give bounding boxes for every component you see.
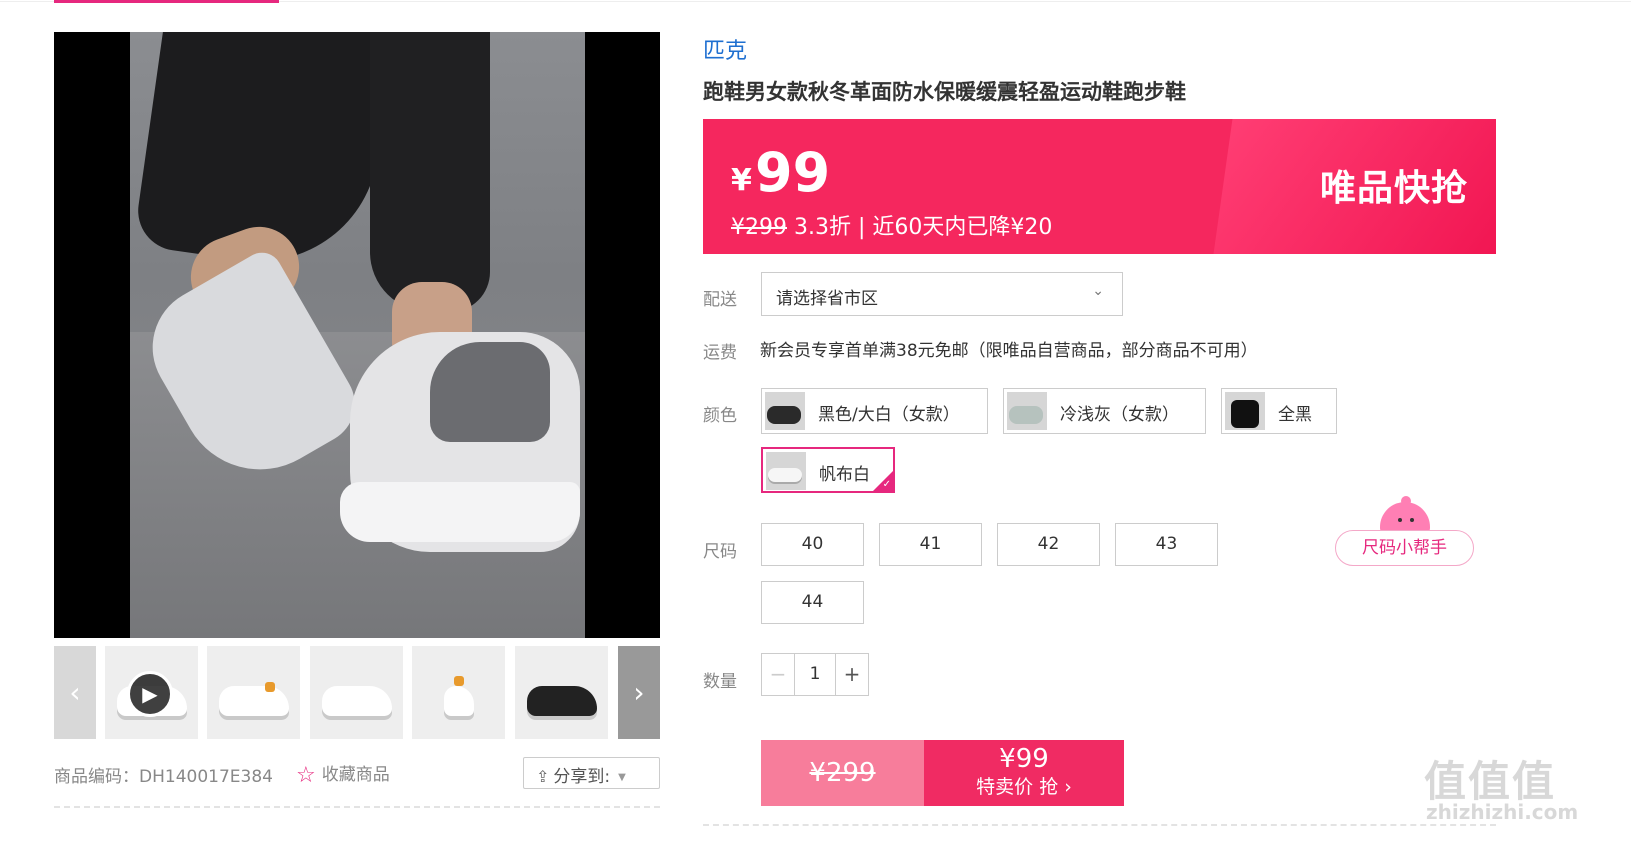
color-thumb	[1007, 392, 1047, 430]
color-option[interactable]: 全黑	[1221, 388, 1337, 434]
buy-sale-panel[interactable]: ¥99 特卖价 抢 ›	[924, 740, 1124, 806]
color-option-label: 黑色/大白（女款）	[818, 405, 960, 425]
size-helper-button[interactable]: 尺码小帮手	[1335, 530, 1474, 566]
goods-code: 商品编码：DH140017E384	[54, 767, 273, 787]
thumbnail-accent	[454, 676, 464, 686]
star-icon: ☆	[296, 763, 316, 788]
chevron-down-icon: ⌄	[1092, 283, 1104, 299]
color-option[interactable]: 冷浅灰（女款）	[1003, 388, 1206, 434]
promo-label: 唯品快抢	[1319, 168, 1468, 209]
quantity-label: 数量	[703, 672, 737, 692]
price-subline: ¥299 3.3折 | 近60天内已降¥20	[731, 209, 1052, 241]
quantity-stepper: − 1 +	[761, 653, 869, 696]
discount-note: 3.3折 | 近60天内已降¥20	[787, 215, 1053, 240]
color-option[interactable]: 黑色/大白（女款）	[761, 388, 988, 434]
share-dropdown[interactable]: ⇪ 分享到: ▼	[523, 757, 660, 789]
size-label: 尺码	[703, 542, 737, 562]
color-thumb	[1225, 392, 1265, 430]
share-icon: ⇪	[536, 767, 550, 786]
color-thumb-shape	[767, 406, 801, 424]
color-option-label: 冷浅灰（女款）	[1060, 405, 1179, 425]
check-icon: ✓	[882, 479, 891, 490]
original-price: ¥299	[731, 215, 787, 240]
caret-down-icon: ▼	[618, 772, 626, 783]
region-select[interactable]: 请选择省市区 ⌄	[761, 272, 1123, 316]
size-option[interactable]: 41	[879, 523, 982, 566]
thumbnail-item[interactable]	[310, 646, 403, 739]
color-option-label: 帆布白	[819, 465, 870, 485]
product-title: 跑鞋男女款秋冬革面防水保暖缓震轻盈运动鞋跑步鞋	[703, 80, 1186, 104]
thumbnail-next-button[interactable]: ›	[618, 646, 660, 739]
divider	[703, 824, 1496, 826]
favorite-label: 收藏商品	[321, 765, 390, 785]
share-label: 分享到:	[553, 767, 611, 787]
buy-sale-text: 特卖价 抢 ›	[976, 776, 1072, 798]
buy-button[interactable]: ¥299 ¥99 特卖价 抢 ›	[761, 740, 1124, 806]
size-option[interactable]: 40	[761, 523, 864, 566]
divider	[54, 806, 660, 808]
color-thumb-shape	[768, 468, 802, 482]
thumbnail-accent	[265, 682, 275, 692]
color-thumb-shape	[1231, 400, 1259, 428]
product-photo	[130, 32, 585, 638]
mascot-eye	[1410, 518, 1414, 522]
thumbnail-item[interactable]	[412, 646, 505, 739]
main-product-image[interactable]	[54, 32, 660, 638]
quantity-minus-button[interactable]: −	[762, 654, 795, 695]
current-price: 99	[755, 141, 831, 204]
price-currency: ¥	[731, 163, 752, 198]
color-thumb	[766, 452, 806, 490]
color-option-label: 全黑	[1278, 405, 1312, 425]
thumbnail-shoe	[219, 686, 289, 716]
buy-sale-price: ¥99	[999, 744, 1049, 774]
thumbnail-video[interactable]: ▶	[105, 646, 198, 739]
size-option[interactable]: 42	[997, 523, 1100, 566]
thumbnail-shoe	[444, 686, 474, 716]
thumbnail-strip: ‹ ▶ ›	[54, 646, 660, 739]
brand-link[interactable]: 匹克	[703, 33, 747, 65]
goods-meta-row: 商品编码：DH140017E384 ☆ 收藏商品 ⇪ 分享到: ▼	[54, 757, 660, 789]
photo-shoe-panel	[430, 342, 550, 442]
thumbnail-prev-button[interactable]: ‹	[54, 646, 96, 739]
color-thumb	[765, 392, 805, 430]
freight-text: 新会员专享首单满38元免邮（限唯品自营商品，部分商品不可用）	[760, 341, 1258, 361]
color-option-selected[interactable]: 帆布白 ✓	[761, 447, 895, 493]
size-option[interactable]: 43	[1115, 523, 1218, 566]
thumbnail-shoe	[527, 686, 597, 716]
delivery-label: 配送	[703, 290, 737, 310]
mascot-eye	[1398, 518, 1402, 522]
watermark-site: zhizhizhi.com	[1426, 800, 1579, 824]
photo-shoe-sole	[340, 482, 580, 542]
active-tab-indicator	[54, 0, 279, 3]
watermark: 值值值 zhizhizhi.com	[1424, 748, 1578, 828]
favorite-button[interactable]: ☆ 收藏商品	[296, 760, 390, 788]
photo-leg-right	[370, 32, 490, 312]
quantity-plus-button[interactable]: +	[835, 654, 868, 695]
play-icon[interactable]: ▶	[127, 671, 173, 717]
quantity-value[interactable]: 1	[795, 654, 835, 695]
price-banner: ¥ 99 ¥299 3.3折 | 近60天内已降¥20 唯品快抢	[703, 119, 1496, 254]
thumbnail-shoe	[322, 686, 392, 716]
color-label: 颜色	[703, 406, 737, 426]
region-select-value: 请选择省市区	[776, 289, 878, 309]
thumbnail-item[interactable]	[515, 646, 608, 739]
buy-original-price: ¥299	[761, 740, 924, 806]
freight-label: 运费	[703, 343, 737, 363]
thumbnail-item[interactable]	[207, 646, 300, 739]
color-thumb-shape	[1009, 406, 1043, 424]
size-option[interactable]: 44	[761, 581, 864, 624]
